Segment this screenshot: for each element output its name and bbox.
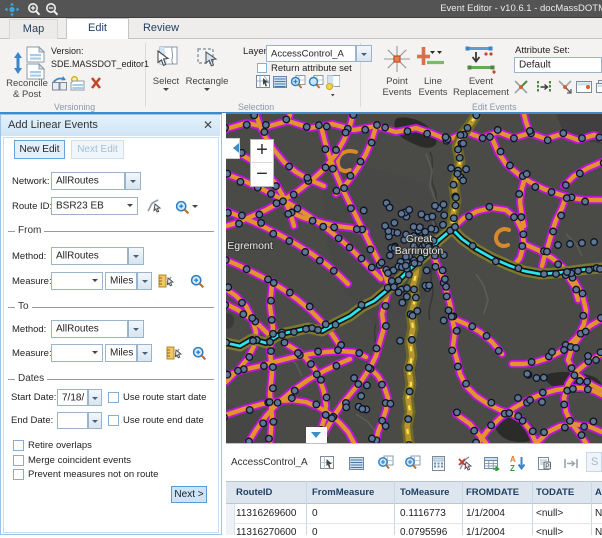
svg-text:P: P	[545, 463, 549, 470]
svg-text:Barrington: Barrington	[395, 245, 444, 257]
svg-text:A: A	[510, 455, 516, 464]
svg-text:Great: Great	[406, 233, 432, 245]
svg-text:Z: Z	[510, 464, 515, 472]
svg-text:Egremont: Egremont	[227, 240, 273, 252]
